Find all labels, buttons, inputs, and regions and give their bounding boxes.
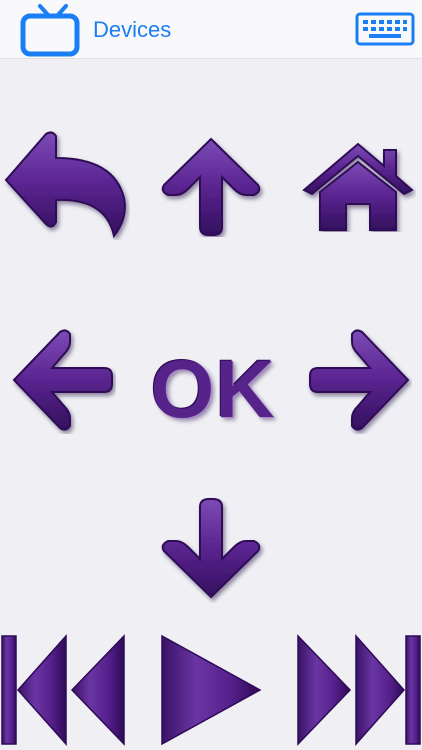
up-arrow-icon[interactable] [156, 133, 266, 237]
tv-icon[interactable] [20, 2, 82, 58]
top-bar: Devices [0, 0, 422, 59]
home-icon[interactable] [300, 140, 416, 232]
rewind-icon[interactable] [0, 632, 128, 748]
down-arrow-icon[interactable] [156, 497, 266, 603]
fast-forward-icon[interactable] [294, 632, 422, 748]
play-icon[interactable] [158, 632, 264, 748]
right-arrow-icon[interactable] [306, 326, 412, 434]
ok-button[interactable]: OK [146, 344, 280, 435]
back-icon[interactable] [2, 128, 130, 240]
devices-button[interactable]: Devices [93, 17, 171, 43]
left-arrow-icon[interactable] [10, 326, 116, 434]
keyboard-icon[interactable] [355, 11, 415, 47]
